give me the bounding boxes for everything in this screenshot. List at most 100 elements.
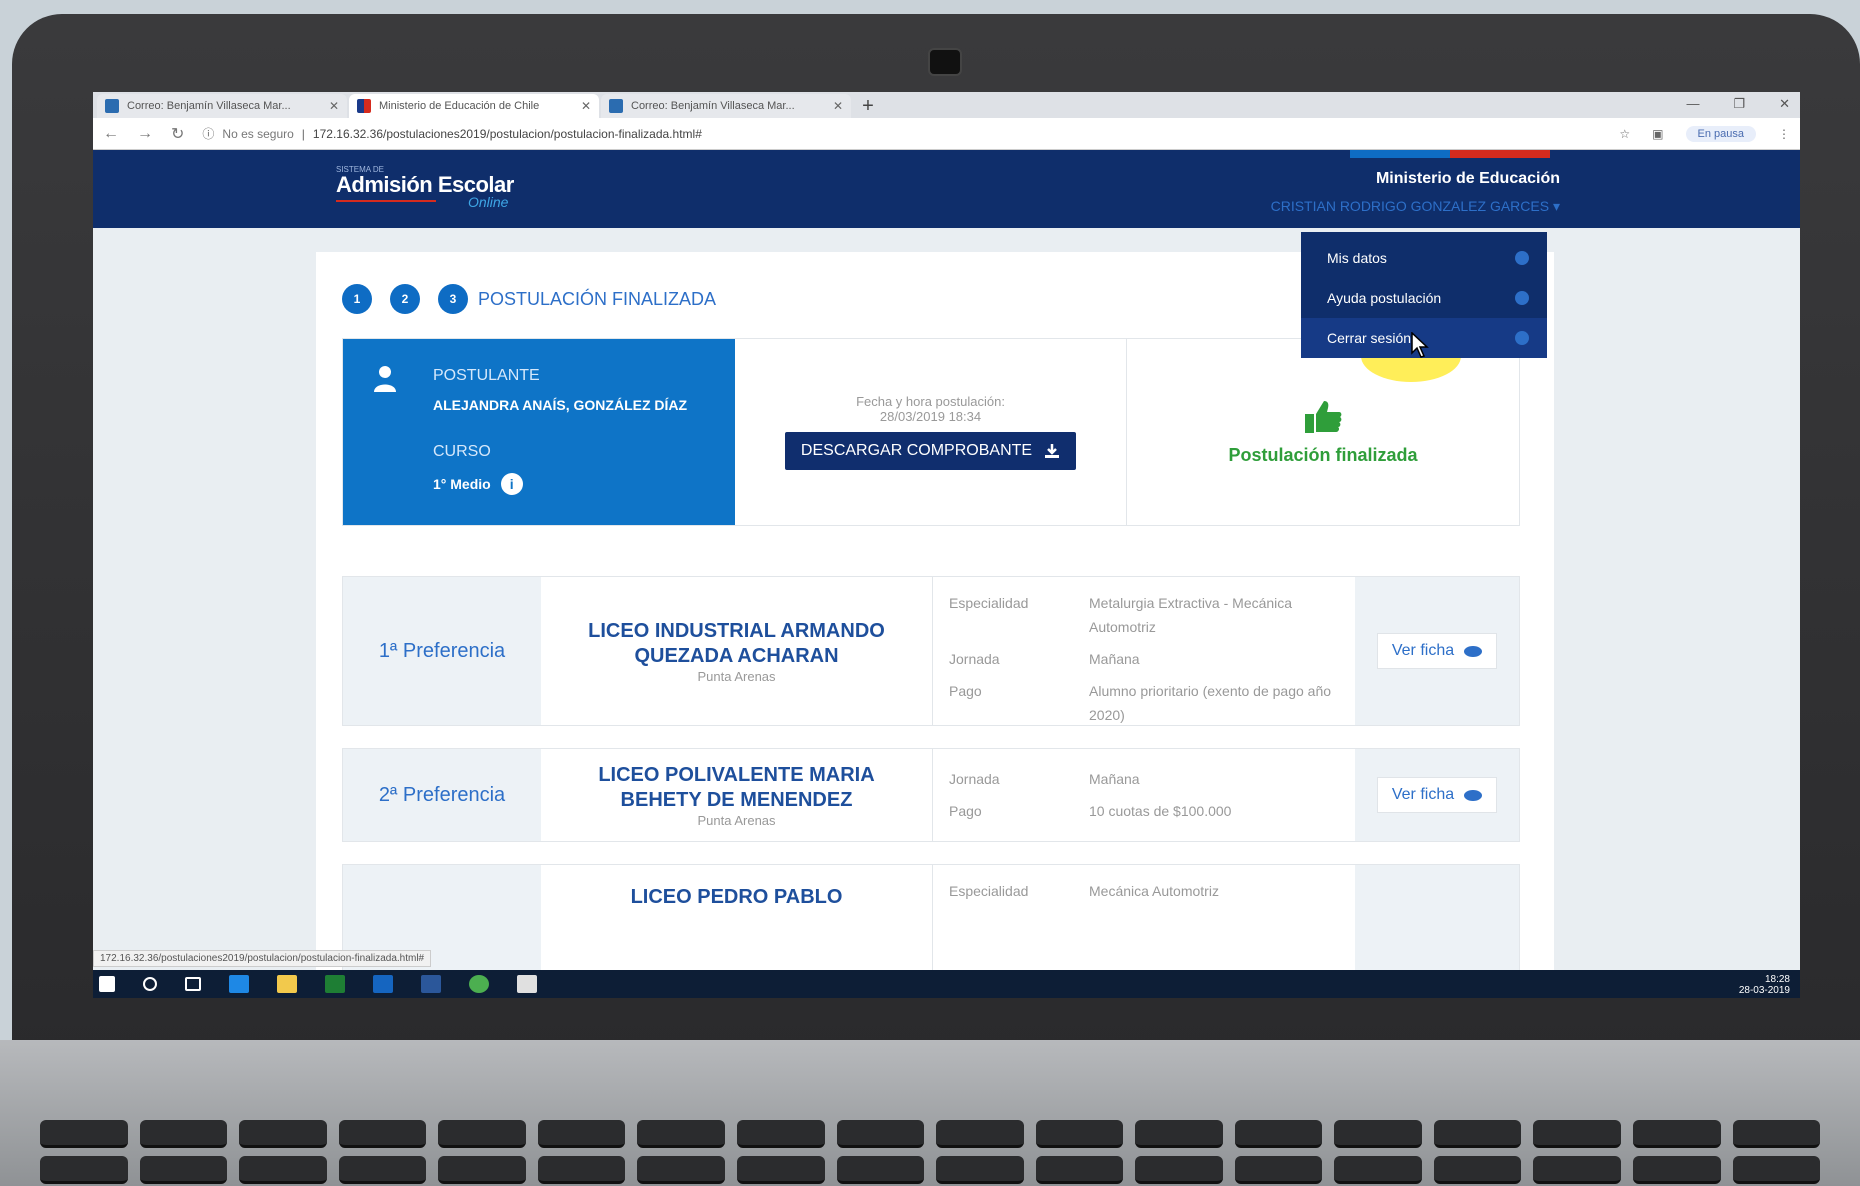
detail-key: Jornada bbox=[949, 771, 1000, 787]
detail-key: Pago bbox=[949, 803, 982, 819]
ministry-title: Ministerio de Educación bbox=[1375, 170, 1560, 187]
outlook-icon[interactable] bbox=[373, 975, 393, 993]
webcam bbox=[928, 48, 962, 76]
edge-icon[interactable] bbox=[229, 975, 249, 993]
site-header: SISTEMA DE Admisión Escolar Online Minis… bbox=[93, 150, 1800, 228]
url-field[interactable]: ⓘ No es seguro | 172.16.32.36/postulacio… bbox=[202, 125, 1601, 142]
application-summary: POSTULANTE ALEJANDRA ANAÍS, GONZÁLEZ DÍA… bbox=[342, 338, 1520, 526]
forward-icon[interactable]: → bbox=[137, 125, 153, 143]
applicant-panel: POSTULANTE ALEJANDRA ANAÍS, GONZÁLEZ DÍA… bbox=[343, 339, 735, 525]
close-icon[interactable]: ✕ bbox=[581, 99, 591, 113]
school-name: LICEO INDUSTRIAL ARMANDO QUEZADA ACHARAN bbox=[588, 619, 885, 667]
school-city: Punta Arenas bbox=[697, 668, 776, 684]
detail-value: Mañana bbox=[1089, 651, 1140, 667]
status-panel: Postulación finalizada bbox=[1127, 339, 1519, 525]
detail-key: Jornada bbox=[949, 651, 1000, 667]
preference-rank: 2ª Preferencia bbox=[343, 749, 541, 841]
download-receipt-button[interactable]: DESCARGAR COMPROBANTE bbox=[784, 432, 1077, 470]
thumbs-up-icon bbox=[1305, 400, 1342, 433]
course-label: CURSO bbox=[433, 443, 491, 460]
profile-button[interactable]: En pausa bbox=[1685, 125, 1756, 142]
detail-key: Especialidad bbox=[949, 595, 1029, 611]
date-value: 28/03/2019 18:34 bbox=[879, 409, 982, 424]
course-value: 1° Medio i bbox=[433, 473, 523, 495]
progress-steps: 1 2 3 POSTULACIÓN FINALIZADA bbox=[342, 284, 716, 314]
logo-subtitle: Online bbox=[468, 194, 509, 210]
chrome-icon[interactable] bbox=[469, 975, 489, 993]
date-label: Fecha y hora postulación: bbox=[856, 394, 1005, 409]
step-1: 1 bbox=[342, 284, 372, 314]
menu-icon[interactable]: ⋮ bbox=[1778, 127, 1790, 141]
menu-item-label: Mis datos bbox=[1327, 250, 1387, 266]
minimize-icon[interactable]: — bbox=[1686, 96, 1699, 112]
url-text[interactable]: 172.16.32.36/postulaciones2019/postulaci… bbox=[313, 127, 702, 141]
security-label: No es seguro bbox=[222, 126, 294, 141]
logout-icon bbox=[1515, 331, 1529, 345]
flag-stripe bbox=[1350, 150, 1550, 158]
steps-label: POSTULACIÓN FINALIZADA bbox=[478, 288, 717, 309]
browser-tabbar: Correo: Benjamín Villaseca Mar... ✕ Mini… bbox=[93, 92, 1800, 118]
school-cell: LICEO PEDRO PABLO bbox=[541, 865, 933, 983]
action-cell: Ver ficha bbox=[1355, 577, 1519, 725]
windows-start-icon[interactable] bbox=[99, 976, 115, 992]
star-icon[interactable]: ☆ bbox=[1619, 127, 1630, 141]
view-file-label: Ver ficha bbox=[1391, 786, 1455, 803]
taskbar-clock[interactable]: 18:28 28-03-2019 bbox=[1739, 974, 1790, 996]
maximize-icon[interactable]: ❐ bbox=[1733, 96, 1745, 112]
user-menu-toggle[interactable]: CRISTIAN RODRIGO GONZALEZ GARCES ▾ bbox=[1271, 198, 1560, 215]
school-name: LICEO PEDRO PABLO bbox=[630, 886, 843, 908]
browser-tab[interactable]: Correo: Benjamín Villaseca Mar... ✕ bbox=[97, 94, 347, 118]
close-icon[interactable]: ✕ bbox=[833, 99, 843, 113]
person-icon bbox=[374, 366, 396, 392]
preference-row: 2ª Preferencia LICEO POLIVALENTE MARIA B… bbox=[342, 748, 1520, 842]
chile-flag-icon bbox=[357, 99, 371, 113]
download-icon bbox=[1045, 444, 1060, 458]
back-icon[interactable]: ← bbox=[103, 125, 119, 143]
search-icon[interactable] bbox=[143, 977, 157, 991]
logo-underline bbox=[336, 200, 436, 202]
mouse-pointer-icon bbox=[1411, 332, 1429, 358]
step-2: 2 bbox=[390, 284, 420, 314]
download-button-label: DESCARGAR COMPROBANTE bbox=[800, 442, 1033, 459]
window-controls: — ❐ ✕ bbox=[1686, 96, 1790, 112]
school-cell: LICEO POLIVALENTE MARIA BEHETY DE MENEND… bbox=[541, 749, 933, 841]
tab-title: Correo: Benjamín Villaseca Mar... bbox=[631, 100, 795, 112]
view-file-button[interactable]: Ver ficha bbox=[1376, 633, 1498, 669]
task-view-icon[interactable] bbox=[185, 977, 201, 991]
preference-rank: 1ª Preferencia bbox=[343, 577, 541, 725]
file-explorer-icon[interactable] bbox=[277, 975, 297, 993]
clock-date: 28-03-2019 bbox=[1738, 985, 1790, 996]
menu-item-mis-datos[interactable]: Mis datos bbox=[1301, 238, 1547, 278]
reload-icon[interactable]: ↻ bbox=[171, 124, 184, 144]
app-icon[interactable] bbox=[517, 975, 537, 993]
browser-tab[interactable]: Correo: Benjamín Villaseca Mar... ✕ bbox=[601, 94, 851, 118]
info-icon[interactable]: i bbox=[500, 473, 523, 495]
browser-tab-active[interactable]: Ministerio de Educación de Chile ✕ bbox=[349, 94, 599, 118]
detail-value: Mecánica Automotriz bbox=[1089, 883, 1219, 899]
preference-details: Especialidad Mecánica Automotriz bbox=[933, 865, 1355, 983]
menu-item-label: Cerrar sesión bbox=[1327, 330, 1412, 346]
excel-icon[interactable] bbox=[325, 975, 345, 993]
action-cell: Ver ficha bbox=[1355, 749, 1519, 841]
close-icon[interactable]: ✕ bbox=[329, 99, 339, 113]
mail-icon bbox=[609, 99, 623, 113]
view-file-button[interactable]: Ver ficha bbox=[1376, 777, 1498, 813]
download-panel: Fecha y hora postulación: 28/03/2019 18:… bbox=[735, 339, 1127, 525]
new-tab-button[interactable]: + bbox=[853, 94, 883, 118]
menu-item-label: Ayuda postulación bbox=[1327, 290, 1442, 306]
detail-key: Pago bbox=[949, 683, 982, 699]
word-icon[interactable] bbox=[421, 975, 441, 993]
close-window-icon[interactable]: ✕ bbox=[1779, 96, 1790, 112]
applicant-name: ALEJANDRA ANAÍS, GONZÁLEZ DÍAZ bbox=[433, 397, 688, 413]
tab-title: Correo: Benjamín Villaseca Mar... bbox=[127, 100, 291, 112]
mail-icon bbox=[105, 99, 119, 113]
school-city: Punta Arenas bbox=[697, 812, 776, 828]
eye-icon bbox=[1464, 789, 1483, 801]
clock-time: 18:28 bbox=[1764, 974, 1790, 985]
detail-key: Especialidad bbox=[949, 883, 1029, 899]
menu-item-ayuda[interactable]: Ayuda postulación bbox=[1301, 278, 1547, 318]
tab-title: Ministerio de Educación de Chile bbox=[379, 100, 540, 112]
detail-value: Mañana bbox=[1089, 771, 1140, 787]
cast-icon[interactable]: ▣ bbox=[1652, 127, 1663, 141]
info-icon[interactable]: ⓘ bbox=[202, 125, 214, 142]
